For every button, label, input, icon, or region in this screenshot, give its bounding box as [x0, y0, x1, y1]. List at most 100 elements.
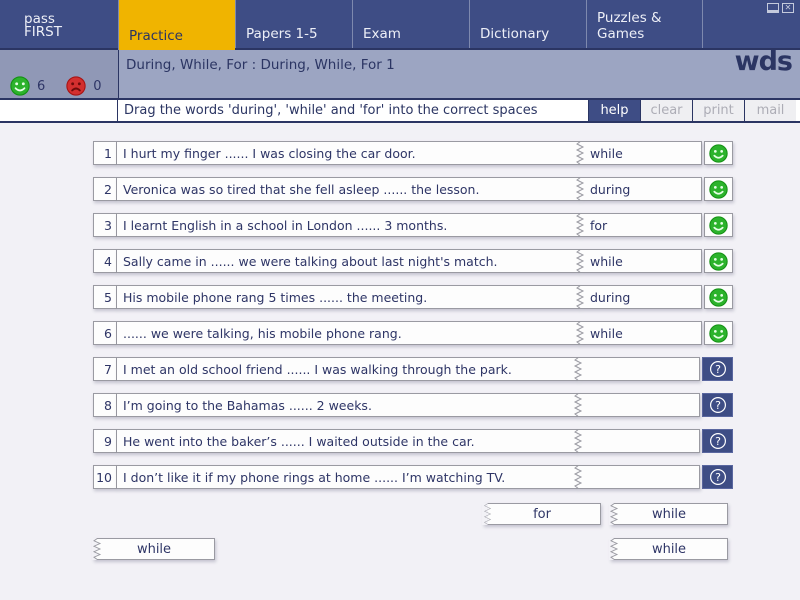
question-row: 9 He went into the baker’s ...... I wait…: [93, 429, 733, 453]
correct-indicator: [704, 285, 733, 309]
question-sentence: I hurt my finger ...... I was closing th…: [117, 141, 580, 165]
answer-drop-slot[interactable]: for: [575, 213, 702, 237]
question-row: 3 I learnt English in a school in London…: [93, 213, 733, 237]
question-sentence: I met an old school friend ...... I was …: [117, 357, 578, 381]
exercise-title: During, While, For : During, While, For …: [126, 57, 395, 73]
check-answer-button[interactable]: ?: [702, 465, 733, 489]
smiley-icon: [709, 179, 728, 199]
answer-drop-slot[interactable]: during: [575, 177, 702, 201]
word-tile-while-1[interactable]: while: [609, 503, 728, 525]
clear-button[interactable]: clear: [640, 100, 692, 121]
answer-drop-slot[interactable]: [573, 429, 700, 453]
question-number: 9: [93, 429, 117, 453]
word-tile-label: for: [533, 506, 551, 522]
top-nav-bar: pass FIRST Practice Papers 1-5 Exam Dict…: [0, 0, 800, 50]
question-row: 5 His mobile phone rang 5 times ...... t…: [93, 285, 733, 309]
correct-indicator: [704, 141, 733, 165]
tab-dictionary[interactable]: Dictionary: [469, 0, 586, 48]
score-panel: 6 0: [0, 50, 119, 98]
smiley-icon: [709, 143, 728, 163]
question-mark-icon: ?: [709, 360, 726, 378]
correct-indicator: [704, 213, 733, 237]
question-row: 1 I hurt my finger ...... I was closing …: [93, 141, 733, 165]
check-answer-button[interactable]: ?: [702, 429, 733, 453]
print-button[interactable]: print: [692, 100, 744, 121]
tab-papers-1-5[interactable]: Papers 1-5: [235, 0, 352, 48]
question-sentence: ...... we were talking, his mobile phone…: [117, 321, 580, 345]
window-controls: ✕: [767, 3, 794, 13]
question-sentence: He went into the baker’s ...... I waited…: [117, 429, 578, 453]
tab-puzzles-and-games[interactable]: Puzzles & Games: [586, 0, 703, 48]
answer-drop-slot[interactable]: during: [575, 285, 702, 309]
tab-exam[interactable]: Exam: [352, 0, 469, 48]
word-tile-while-3[interactable]: while: [609, 538, 728, 560]
question-number: 2: [93, 177, 117, 201]
answer-word: while: [590, 145, 623, 161]
answer-word: during: [590, 181, 631, 197]
torn-edge-icon: [573, 429, 583, 453]
minimize-icon[interactable]: [767, 3, 779, 13]
torn-edge-icon: [573, 357, 583, 381]
question-number: 6: [93, 321, 117, 345]
question-row: 7 I met an old school friend ...... I wa…: [93, 357, 733, 381]
answer-drop-slot[interactable]: [573, 357, 700, 381]
correct-indicator: [704, 249, 733, 273]
instruction-text: Drag the words 'during', 'while' and 'fo…: [124, 103, 538, 118]
question-sentence: I learnt English in a school in London .…: [117, 213, 580, 237]
question-row: 8 I’m going to the Bahamas ...... 2 week…: [93, 393, 733, 417]
torn-edge-icon: [575, 285, 585, 309]
question-number: 1: [93, 141, 117, 165]
torn-edge-icon: [573, 465, 583, 489]
app-brand: pass FIRST: [24, 12, 62, 40]
correct-smiley-icon: [10, 76, 30, 96]
svg-text:?: ?: [715, 399, 721, 412]
incorrect-count: 0: [93, 78, 102, 94]
svg-text:?: ?: [715, 363, 721, 376]
help-button[interactable]: help: [588, 100, 640, 121]
svg-text:?: ?: [715, 471, 721, 484]
answer-drop-slot[interactable]: [573, 393, 700, 417]
torn-edge-icon: [573, 393, 583, 417]
torn-edge-icon: [609, 538, 619, 560]
smiley-icon: [709, 215, 728, 235]
word-tile-label: while: [651, 541, 687, 557]
torn-edge-icon: [575, 177, 585, 201]
torn-edge-icon: [575, 213, 585, 237]
close-icon[interactable]: ✕: [782, 3, 794, 13]
answer-drop-slot[interactable]: [573, 465, 700, 489]
check-answer-button[interactable]: ?: [702, 393, 733, 417]
wds-logo: wds: [734, 46, 793, 77]
correct-indicator: [704, 177, 733, 201]
word-tile-while-2[interactable]: while: [92, 538, 215, 560]
check-answer-button[interactable]: ?: [702, 357, 733, 381]
question-number: 4: [93, 249, 117, 273]
answer-drop-slot[interactable]: while: [575, 321, 702, 345]
question-sentence: Sally came in ...... we were talking abo…: [117, 249, 580, 273]
question-sentence: His mobile phone rang 5 times ...... the…: [117, 285, 580, 309]
correct-count: 6: [37, 78, 46, 94]
tab-practice[interactable]: Practice: [118, 0, 235, 50]
torn-edge-icon: [575, 249, 585, 273]
question-number: 8: [93, 393, 117, 417]
svg-text:?: ?: [715, 435, 721, 448]
question-row: 10 I don’t like it if my phone rings at …: [93, 465, 733, 489]
question-sentence: I’m going to the Bahamas ...... 2 weeks.: [117, 393, 578, 417]
question-mark-icon: ?: [709, 432, 726, 450]
mail-button[interactable]: mail: [744, 100, 796, 121]
smiley-icon: [709, 251, 728, 271]
answer-drop-slot[interactable]: while: [575, 141, 702, 165]
word-tile-label: while: [136, 541, 172, 557]
smiley-icon: [709, 287, 728, 307]
question-row: 6 ...... we were talking, his mobile pho…: [93, 321, 733, 345]
word-tile-for[interactable]: for: [482, 503, 601, 525]
answer-word: while: [590, 325, 623, 341]
question-row: 2 Veronica was so tired that she fell as…: [93, 177, 733, 201]
question-row: 4 Sally came in ...... we were talking a…: [93, 249, 733, 273]
torn-edge-icon: [575, 141, 585, 165]
title-band: 6 0 During, While, For : During, While, …: [0, 46, 800, 100]
torn-edge-icon: [92, 538, 102, 560]
brand-line2: FIRST: [24, 24, 62, 40]
question-sentence: Veronica was so tired that she fell asle…: [117, 177, 580, 201]
answer-drop-slot[interactable]: while: [575, 249, 702, 273]
question-number: 10: [93, 465, 117, 489]
